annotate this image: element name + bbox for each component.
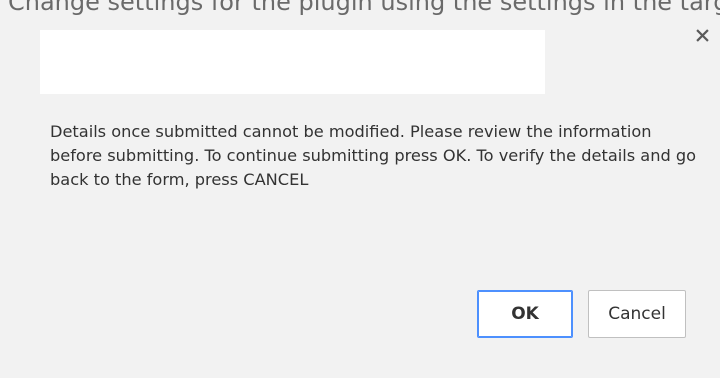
background-page-strip: Change settings for the plugin using the…: [0, 0, 720, 22]
dialog-buttons: OK Cancel: [477, 290, 686, 338]
close-button[interactable]: [692, 26, 712, 46]
dialog-message: Details once submitted cannot be modifie…: [50, 122, 697, 189]
background-page-text: Change settings for the plugin using the…: [8, 0, 720, 16]
cancel-button[interactable]: Cancel: [588, 290, 686, 338]
dialog-header-box: [40, 30, 545, 94]
close-icon: [695, 27, 709, 46]
ok-button[interactable]: OK: [477, 290, 573, 338]
